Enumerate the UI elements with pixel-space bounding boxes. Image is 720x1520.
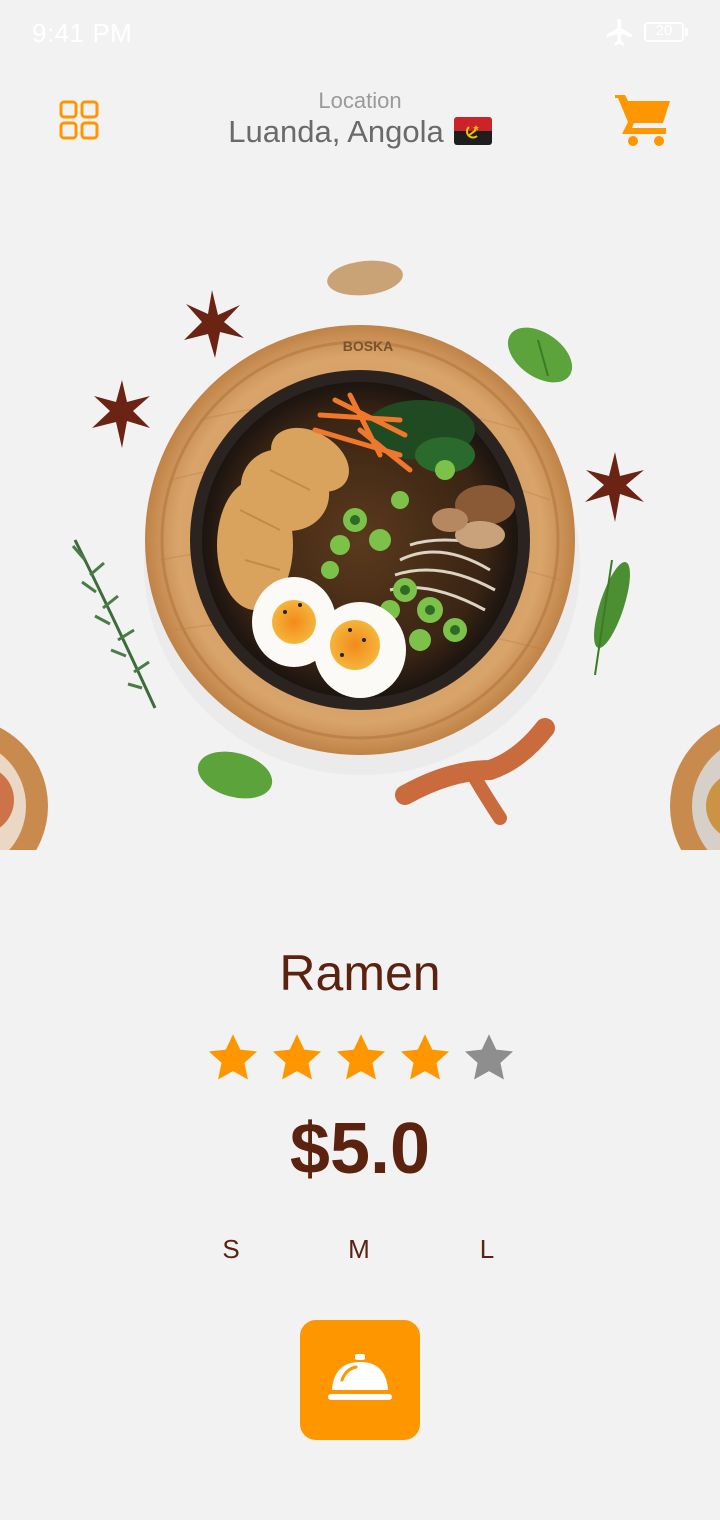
cart-button[interactable] bbox=[612, 92, 674, 148]
plate-brand: BOSKA bbox=[343, 338, 394, 354]
battery-tip bbox=[685, 28, 688, 36]
angola-flag-icon bbox=[453, 117, 492, 145]
star-filled-icon bbox=[336, 1034, 386, 1080]
order-button[interactable] bbox=[300, 1320, 420, 1440]
dish-name: Ramen bbox=[279, 945, 441, 1001]
star-filled-icon bbox=[208, 1034, 258, 1080]
star-filled-icon bbox=[272, 1034, 322, 1080]
ramen-plate-image: BOSKA bbox=[144, 325, 580, 775]
status-time: 9:41 PM bbox=[32, 18, 133, 48]
star-filled-icon bbox=[400, 1034, 450, 1080]
size-option-m[interactable]: M bbox=[329, 1234, 389, 1265]
star-empty-icon bbox=[464, 1034, 514, 1080]
battery-level: 20 bbox=[655, 22, 673, 39]
size-option-l[interactable]: L bbox=[457, 1234, 517, 1265]
size-option-s[interactable]: S bbox=[201, 1234, 261, 1265]
status-bar: 9:41 PM 20 bbox=[0, 0, 720, 66]
rating-stars bbox=[205, 1030, 525, 1090]
location-value: Luanda, Angola bbox=[228, 114, 444, 149]
service-bell-icon bbox=[328, 1354, 392, 1400]
battery-icon: 20 bbox=[644, 22, 684, 42]
next-dish-plate[interactable] bbox=[670, 714, 720, 850]
shopping-cart-icon bbox=[615, 95, 670, 146]
airplane-mode-icon bbox=[606, 18, 632, 46]
dish-price: $5.0 bbox=[289, 1109, 431, 1189]
dish-carousel[interactable]: BOSKA bbox=[0, 230, 720, 850]
previous-dish-plate[interactable] bbox=[0, 718, 48, 850]
